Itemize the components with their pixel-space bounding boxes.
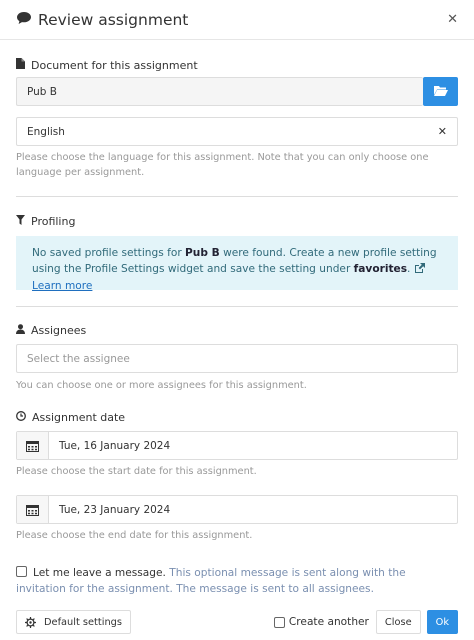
default-settings-button[interactable]: Default settings — [16, 610, 131, 634]
comment-icon — [16, 11, 32, 28]
language-hint: Please choose the language for this assi… — [16, 152, 429, 178]
filter-icon — [16, 215, 31, 228]
create-another-checkbox[interactable] — [273, 616, 285, 628]
dialog-footer: Default settings Create another Close Ok — [0, 604, 474, 640]
gear-icon — [25, 616, 36, 628]
close-button[interactable]: Close — [375, 610, 421, 634]
learn-more-link[interactable]: Learn more — [32, 280, 92, 292]
leave-message-checkbox[interactable] — [16, 566, 27, 577]
assignment-date-label-row: Assignment date — [16, 411, 125, 424]
leave-message-label[interactable]: Let me leave a message. — [33, 567, 166, 579]
user-icon — [16, 324, 31, 337]
document-label-row: Document for this assignment — [16, 58, 198, 72]
assignees-label-row: Assignees — [16, 324, 86, 337]
divider — [16, 196, 458, 197]
close-icon[interactable]: ✕ — [447, 12, 458, 27]
end-date-value: Tue, 23 January 2024 — [59, 503, 171, 516]
info-favorites: favorites — [353, 263, 408, 275]
assignee-placeholder: Select the assignee — [27, 352, 130, 365]
end-date-field[interactable]: Tue, 23 January 2024 — [16, 495, 458, 524]
info-text: No saved profile settings for — [32, 247, 186, 259]
calendar-icon[interactable] — [17, 432, 49, 459]
create-another-label[interactable]: Create another — [289, 616, 369, 628]
start-date-value: Tue, 16 January 2024 — [59, 439, 171, 452]
calendar-icon[interactable] — [17, 496, 49, 523]
dialog-title: Review assignment — [38, 10, 189, 29]
document-field[interactable]: Pub B — [16, 77, 423, 106]
file-icon — [16, 58, 31, 72]
assignees-hint: You can choose one or more assignees for… — [16, 380, 307, 391]
document-field-group: Pub B — [16, 77, 458, 106]
ok-button[interactable]: Ok — [426, 610, 458, 634]
divider — [16, 306, 458, 307]
assignee-select[interactable]: Select the assignee — [16, 344, 458, 373]
document-label: Document for this assignment — [31, 58, 198, 72]
clock-icon — [16, 411, 32, 424]
profiling-label-row: Profiling — [16, 215, 75, 228]
external-link-icon — [414, 262, 425, 278]
leave-message-row: Let me leave a message. This optional me… — [16, 565, 458, 597]
start-date-hint: Please choose the start date for this as… — [16, 466, 257, 477]
profiling-info-box: No saved profile settings for Pub B were… — [16, 236, 458, 292]
start-date-field[interactable]: Tue, 16 January 2024 — [16, 431, 458, 460]
end-date-hint: Please choose the end date for this assi… — [16, 530, 253, 541]
footer-actions: Create another Close Ok — [273, 610, 458, 634]
assignment-date-label: Assignment date — [32, 411, 126, 424]
assignees-label: Assignees — [31, 324, 87, 337]
profiling-label: Profiling — [31, 215, 76, 228]
dialog-header: Review assignment ✕ — [0, 0, 474, 40]
info-doc-name: Pub B — [185, 247, 220, 259]
folder-open-icon — [433, 85, 448, 99]
browse-document-button[interactable] — [423, 77, 458, 106]
info-text: . — [407, 263, 414, 275]
clear-language-icon[interactable]: ✕ — [438, 125, 447, 138]
language-select[interactable]: English ✕ — [16, 117, 458, 146]
language-value: English — [27, 125, 65, 138]
default-settings-label: Default settings — [44, 616, 122, 628]
